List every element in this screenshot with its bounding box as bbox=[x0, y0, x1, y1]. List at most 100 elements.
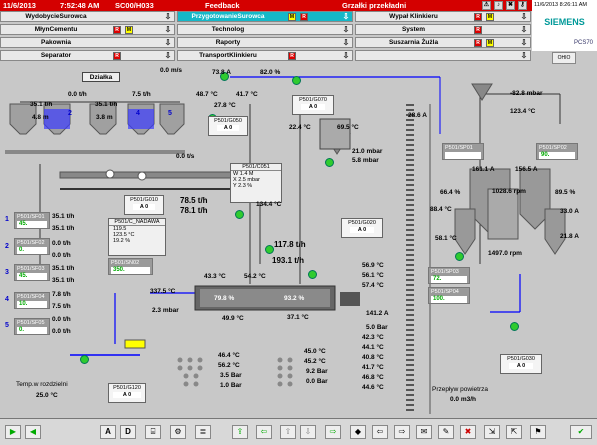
a-button[interactable]: A bbox=[100, 425, 116, 439]
time-text: 7:52:48 AM bbox=[60, 1, 100, 10]
list-icon[interactable]: ≣ bbox=[195, 425, 211, 439]
nav-technolog[interactable]: Technolog ⇩ bbox=[177, 24, 353, 35]
motor-icon[interactable] bbox=[510, 322, 519, 331]
g020-tag[interactable]: P501/G020 A 0 bbox=[341, 218, 383, 238]
nav-mlyn[interactable]: MłynCementu R M ⇩ bbox=[0, 24, 175, 35]
arrow-down-icon[interactable]: ⇩ bbox=[163, 12, 173, 22]
m-badge[interactable]: M bbox=[288, 13, 296, 21]
r-badge[interactable]: R bbox=[474, 26, 482, 34]
feeder-setpoint[interactable]: P501/SF04 10. bbox=[14, 292, 50, 309]
d-button[interactable]: D bbox=[120, 425, 136, 439]
warning-icon[interactable]: ⚠ bbox=[482, 1, 491, 10]
down-arrow-icon[interactable]: ⇩ bbox=[300, 425, 316, 439]
g120-tag[interactable]: P501/G120 A 0 bbox=[108, 383, 146, 403]
sn02-setpoint[interactable]: P501/SN02 350. bbox=[108, 258, 153, 275]
left-icon[interactable]: ⇦ bbox=[256, 425, 272, 439]
m-badge[interactable]: M bbox=[125, 26, 133, 34]
nav-suszarnia[interactable]: Suszarnia Żużla R M ⇩ bbox=[355, 37, 531, 48]
sp01-setpoint[interactable]: P501/SP01 bbox=[442, 143, 484, 160]
motor-icon[interactable] bbox=[235, 210, 244, 219]
y-label: Y bbox=[233, 183, 237, 189]
feeder-setpoint[interactable]: P501/SF05 0. bbox=[14, 318, 50, 335]
check-icon[interactable]: ✔ bbox=[570, 425, 592, 439]
arrow-down-icon[interactable]: ⇩ bbox=[341, 38, 351, 48]
arrow-down-icon[interactable]: ⇩ bbox=[519, 38, 529, 48]
nav-separator[interactable]: Separator R ⇩ bbox=[0, 50, 175, 61]
dzialka-button[interactable]: Działka bbox=[82, 72, 120, 82]
next-icon[interactable]: ⇨ bbox=[394, 425, 410, 439]
mail-icon[interactable]: ✉ bbox=[416, 425, 432, 439]
key-icon[interactable]: ⚷ bbox=[518, 1, 527, 10]
nav-wydobycie[interactable]: WydobycieSurowca ⇩ bbox=[0, 11, 175, 22]
feedback-text[interactable]: Feedback bbox=[205, 1, 240, 10]
diamond-icon[interactable]: ◆ bbox=[350, 425, 366, 439]
r-badge[interactable]: R bbox=[113, 26, 121, 34]
motor-icon[interactable] bbox=[265, 245, 274, 254]
nav-transport[interactable]: TransportKlinkieru R ⇩ bbox=[177, 50, 353, 61]
arrow-down-icon[interactable]: ⇩ bbox=[519, 12, 529, 22]
feeder-setpoint[interactable]: P501/SF03 45. bbox=[14, 264, 50, 281]
arrow-down-icon[interactable]: ⇩ bbox=[519, 25, 529, 35]
play-icon[interactable]: ▶ bbox=[5, 425, 21, 439]
nav-raporty[interactable]: Raporty ⇩ bbox=[177, 37, 353, 48]
g050-tag[interactable]: P501/G050 A 0 bbox=[208, 116, 248, 136]
m-badge[interactable]: M bbox=[486, 39, 494, 47]
sp04-setpoint[interactable]: P501/SP04 100. bbox=[428, 287, 470, 304]
motor-icon[interactable] bbox=[80, 355, 89, 364]
arrow-down-icon[interactable]: ⇩ bbox=[341, 25, 351, 35]
bell-icon[interactable]: ♪ bbox=[494, 1, 503, 10]
feeder-a: 0.0 t/h bbox=[52, 240, 71, 247]
arrow-down-icon[interactable]: ⇩ bbox=[163, 38, 173, 48]
r-badge[interactable]: R bbox=[113, 52, 121, 60]
r-badge[interactable]: R bbox=[474, 39, 482, 47]
motor-icon[interactable] bbox=[325, 158, 334, 167]
feeder-setpoint[interactable]: P501/SF01 45. bbox=[14, 212, 50, 229]
edit-icon[interactable]: ✎ bbox=[438, 425, 454, 439]
gear-icon[interactable]: ⚙ bbox=[170, 425, 186, 439]
temp-49: 49.9 °C bbox=[222, 315, 244, 322]
nav-pakownia[interactable]: Pakownia ⇩ bbox=[0, 37, 175, 48]
motor-icon[interactable] bbox=[308, 270, 317, 279]
temp-41: 41.7 °C bbox=[236, 91, 258, 98]
export-icon[interactable]: ⇲ bbox=[484, 425, 500, 439]
temp-46: 46.4 °C bbox=[218, 352, 240, 359]
m-badge[interactable]: M bbox=[486, 13, 494, 21]
arrow-down-icon[interactable]: ⇩ bbox=[163, 25, 173, 35]
horn-icon[interactable]: ✖ bbox=[506, 1, 515, 10]
prev-icon[interactable]: ⇦ bbox=[372, 425, 388, 439]
g010-tag[interactable]: P501/G010 A 0 bbox=[124, 195, 164, 215]
g070-tag[interactable]: P501/G070 A 0 bbox=[292, 95, 334, 115]
nav-wypal[interactable]: Wypał Klinkieru R M ⇩ bbox=[355, 11, 531, 22]
feeder-setpoint[interactable]: P501/SF02 0. bbox=[14, 238, 50, 255]
sp02-setpoint[interactable]: P501/SP02 90. bbox=[536, 143, 578, 160]
back-icon[interactable]: ◀ bbox=[25, 425, 41, 439]
nav-przygotowanie[interactable]: PrzygotowanieSurowca M R ⇩ bbox=[177, 11, 353, 22]
g030-tag[interactable]: P501/G030 A 0 bbox=[500, 354, 542, 374]
nav-empty[interactable]: ⇩ bbox=[355, 50, 531, 61]
up-icon[interactable]: ⇪ bbox=[232, 425, 248, 439]
ohio-button[interactable]: OHIO bbox=[552, 52, 576, 64]
r-badge[interactable]: R bbox=[300, 13, 308, 21]
r-badge[interactable]: R bbox=[288, 52, 296, 60]
flag-icon[interactable]: ⚑ bbox=[530, 425, 546, 439]
close-icon[interactable]: ✖ bbox=[460, 425, 476, 439]
arrow-down-icon[interactable]: ⇩ bbox=[163, 51, 173, 61]
nav-system[interactable]: System R ⇩ bbox=[355, 24, 531, 35]
up-arrow-icon[interactable]: ⇧ bbox=[280, 425, 296, 439]
arrow-down-icon[interactable]: ⇩ bbox=[519, 51, 529, 61]
motor-icon[interactable] bbox=[455, 252, 464, 261]
grid-icon[interactable]: ⌸ bbox=[145, 425, 161, 439]
arrow-down-icon[interactable]: ⇩ bbox=[341, 12, 351, 22]
r-badge[interactable]: R bbox=[474, 13, 482, 21]
air-flow-label: Przepływ powietrza bbox=[432, 386, 488, 393]
right-icon[interactable]: ⇨ bbox=[325, 425, 341, 439]
arrow-down-icon[interactable]: ⇩ bbox=[341, 51, 351, 61]
c051-panel[interactable]: P501/C051 W 1.4 M X 2.5 mbar Y 2.3 % bbox=[230, 163, 282, 203]
sp03-setpoint[interactable]: P501/SP03 72. bbox=[428, 267, 470, 284]
server-text: SC00/H033 bbox=[115, 1, 154, 10]
feeder-b: 7.5 t/h bbox=[52, 303, 71, 310]
nadawa-panel[interactable]: P501/C_NADAWA 119.5 123.5 °C 19.2 % bbox=[108, 218, 166, 256]
motor-icon[interactable] bbox=[292, 76, 301, 85]
import-icon[interactable]: ⇱ bbox=[506, 425, 522, 439]
alarm-text[interactable]: Grzałki przekładni bbox=[342, 1, 406, 10]
